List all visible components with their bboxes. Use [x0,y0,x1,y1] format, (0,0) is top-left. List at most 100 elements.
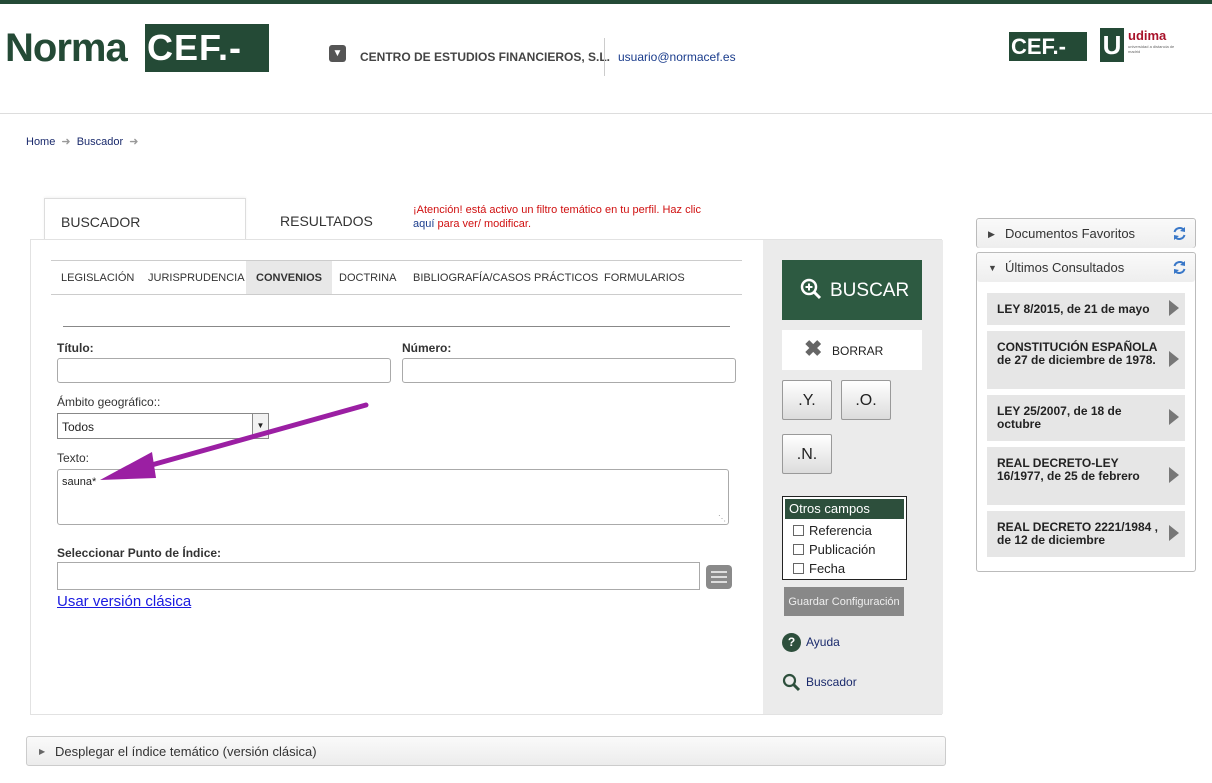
texto-value: sauna* [62,476,97,488]
operator-not-button[interactable]: .N. [782,434,832,474]
recent-document-title: CONSTITUCIÓN ESPAÑOLA de 27 de diciembre… [997,340,1158,367]
refresh-icon[interactable] [1172,260,1187,275]
recent-document-title: LEY 25/2007, de 18 de octubre [997,404,1122,431]
tab-bibliografia[interactable]: BIBLIOGRAFÍA/CASOS PRÁCTICOS [403,261,608,294]
recent-document-title: REAL DECRETO-LEY 16/1977, de 25 de febre… [997,456,1140,483]
tab-buscador-documental[interactable]: BUSCADOR DOCUMENTAL [44,198,246,276]
tab-jurisprudencia[interactable]: JURISPRUDENCIA [138,261,255,294]
buscador-link[interactable]: Buscador [782,672,857,692]
tab-resultados[interactable]: RESULTADOS [264,198,389,240]
udima-logo-mark: U [1100,28,1124,62]
cef-small-logo[interactable]: CEF.- [1009,32,1087,61]
favoritos-panel[interactable]: ▶ Documentos Favoritos [976,218,1196,248]
warning-text: ¡Atención! está activo un filtro temátic… [413,204,701,216]
chevron-down-icon[interactable]: ▼ [252,414,268,438]
search-icon [782,674,801,692]
header-divider [604,38,605,76]
ayuda-link[interactable]: ? Ayuda [782,632,840,653]
operator-and-button[interactable]: .Y. [782,380,832,420]
checkbox-icon[interactable] [793,563,804,574]
tab-legislacion[interactable]: LEGISLACIÓN [51,261,144,294]
indice-tematico-toggle[interactable]: ▶ Desplegar el índice temático (versión … [26,736,946,766]
recent-document-title: LEY 8/2015, de 21 de mayo [997,302,1150,316]
ambito-select[interactable]: Todos ▼ [57,413,269,439]
borrar-button[interactable]: ✖ BORRAR [782,330,922,370]
buscar-label: BUSCAR [830,280,910,301]
publicacion-label: Publicación [809,542,876,557]
arrow-right-icon [1169,300,1179,316]
breadcrumb-arrow-icon: ➜ [129,136,139,148]
otros-campos-box: Otros campos Referencia Publicación Fech… [782,496,907,580]
zoom-in-icon [800,278,822,300]
ultimos-header[interactable]: ▼ Últimos Consultados [977,253,1195,282]
search-panel: LEGISLACIÓN JURISPRUDENCIA CONVENIOS DOC… [30,239,943,715]
arrow-right-icon [1169,467,1179,483]
close-icon: ✖ [804,336,823,361]
chevron-down-icon[interactable]: ▼ [329,45,346,62]
refresh-icon[interactable] [1172,226,1187,241]
arrow-right-icon [1169,525,1179,541]
borrar-label: BORRAR [832,344,884,358]
numero-input[interactable] [402,358,736,383]
ultimos-label: Últimos Consultados [1005,260,1125,275]
recent-document-title: REAL DECRETO 2221/1984 , de 12 de diciem… [997,520,1158,547]
breadcrumb-home[interactable]: Home [26,136,55,148]
fecha-checkbox[interactable]: Fecha [783,559,906,578]
breadcrumb-arrow-icon: ➜ [61,136,71,148]
ambito-label: Ámbito geográfico:: [57,395,161,409]
fecha-label: Fecha [809,561,846,576]
warning-link[interactable]: aquí [413,218,434,230]
clasica-link[interactable]: Usar versión clásica [57,593,191,610]
texto-input[interactable]: sauna* ⋱ [57,469,729,525]
numero-label: Número: [402,341,452,355]
chevron-right-icon: ▶ [39,747,46,756]
filter-warning: ¡Atención! está activo un filtro temátic… [413,203,713,231]
arrow-right-icon [1169,351,1179,367]
document-type-tabs: LEGISLACIÓN JURISPRUDENCIA CONVENIOS DOC… [51,260,742,295]
ayuda-label: Ayuda [806,635,840,649]
favoritos-label: Documentos Favoritos [1005,226,1136,241]
favoritos-header[interactable]: ▶ Documentos Favoritos [977,219,1195,248]
norma-logo[interactable]: Norma [5,26,128,71]
buscar-button[interactable]: BUSCAR [782,260,922,320]
chevron-down-icon: ▼ [988,263,997,273]
recent-document-item[interactable]: REAL DECRETO-LEY 16/1977, de 25 de febre… [987,447,1185,505]
titulo-label: Título: [57,341,94,355]
tab-formularios[interactable]: FORMULARIOS [594,261,695,294]
recent-document-item[interactable]: CONSTITUCIÓN ESPAÑOLA de 27 de diciembre… [987,331,1185,389]
buscador-label: Buscador [806,675,857,689]
punto-indice-input[interactable] [57,562,700,590]
form-divider [63,326,730,327]
publicacion-checkbox[interactable]: Publicación [783,540,906,559]
titulo-input[interactable] [57,358,391,383]
referencia-checkbox[interactable]: Referencia [783,521,906,540]
guardar-configuracion-button[interactable]: Guardar Configuración [784,587,904,616]
checkbox-icon[interactable] [793,525,804,536]
help-icon: ? [782,633,801,653]
resize-handle-icon[interactable]: ⋱ [718,514,726,523]
recent-document-item[interactable]: REAL DECRETO 2221/1984 , de 12 de diciem… [987,511,1185,557]
recent-document-item[interactable]: LEY 8/2015, de 21 de mayo [987,293,1185,325]
tab-convenios[interactable]: CONVENIOS [246,261,333,294]
user-email-link[interactable]: usuario@normacef.es [618,50,736,64]
cef-logo[interactable]: CEF.- [145,24,269,72]
header: Norma CEF.- ▼ CENTRO DE ESTUDIOS FINANCI… [0,4,1212,114]
checkbox-icon[interactable] [793,544,804,555]
udima-logo-subtitle: universidad a distancia de madrid [1128,44,1175,54]
otros-campos-title: Otros campos [785,499,904,519]
list-icon[interactable] [706,565,732,589]
udima-logo[interactable]: U udima universidad a distancia de madri… [1100,18,1180,68]
recent-document-item[interactable]: LEY 25/2007, de 18 de octubre [987,395,1185,441]
punto-label: Seleccionar Punto de Índice: [57,546,222,560]
texto-label: Texto: [57,451,90,465]
breadcrumb-buscador[interactable]: Buscador [77,136,123,148]
arrow-right-icon [1169,409,1179,425]
chevron-right-icon: ▶ [988,229,995,239]
indice-tematico-label: Desplegar el índice temático (versión cl… [55,744,317,759]
ultimos-panel: ▼ Últimos Consultados LEY 8/2015, de 21 … [976,252,1196,572]
company-name[interactable]: CENTRO DE ESTUDIOS FINANCIEROS, S.L. [360,50,610,64]
tab-doctrina[interactable]: DOCTRINA [329,261,406,294]
ambito-value: Todos [62,420,95,434]
operator-or-button[interactable]: .O. [841,380,891,420]
breadcrumb: Home ➜ Buscador ➜ [26,135,141,148]
